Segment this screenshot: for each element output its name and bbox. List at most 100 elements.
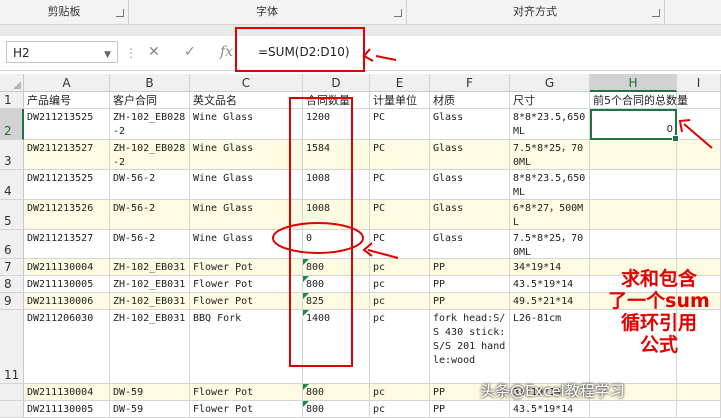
cell-b9[interactable]: ZH-102_EB031 xyxy=(110,293,190,309)
cell-b8[interactable]: ZH-102_EB031 xyxy=(110,276,190,292)
cell-g2[interactable]: 8*8*23.5,650ML xyxy=(510,109,590,139)
cell-i5[interactable] xyxy=(677,200,721,229)
cell-d6[interactable]: 0 xyxy=(303,230,370,258)
cell-f11[interactable]: fork head:S/S 430 stick:S/S 201 handle:w… xyxy=(430,310,510,383)
cell-g8[interactable]: 43.5*19*14 xyxy=(510,276,590,292)
cell-e6[interactable]: PC xyxy=(370,230,430,258)
cell-b3[interactable]: ZH-102_EB028-2 xyxy=(110,140,190,169)
row-header[interactable]: 2 xyxy=(0,109,24,140)
cell-e1[interactable]: 计量单位 xyxy=(370,92,430,108)
cell-bx12[interactable]: DW-59 xyxy=(110,401,190,417)
cell-h4[interactable] xyxy=(590,170,677,199)
column-header-b[interactable]: B xyxy=(110,74,190,92)
cell-ix11[interactable] xyxy=(677,384,721,400)
cell-h5[interactable] xyxy=(590,200,677,229)
cell-f3[interactable]: Glass xyxy=(430,140,510,169)
column-header-f[interactable]: F xyxy=(430,74,510,92)
cell-dx11[interactable]: 800 xyxy=(303,384,370,400)
cell-e5[interactable]: PC xyxy=(370,200,430,229)
cell-a6[interactable]: DW211213527 xyxy=(24,230,110,258)
cell-e11[interactable]: pc xyxy=(370,310,430,383)
cell-i1[interactable] xyxy=(677,92,721,108)
cell-ax12[interactable]: DW211130005 xyxy=(24,401,110,417)
row-header[interactable]: 7 xyxy=(0,259,24,276)
cell-g5[interactable]: 6*8*27，500ML xyxy=(510,200,590,229)
cell-c2[interactable]: Wine Glass xyxy=(190,109,303,139)
cell-a9[interactable]: DW211130006 xyxy=(24,293,110,309)
cell-cx11[interactable]: Flower Pot xyxy=(190,384,303,400)
cell-gx12[interactable]: 43.5*19*14 xyxy=(510,401,590,417)
cell-b2[interactable]: ZH-102_EB028-2 xyxy=(110,109,190,139)
cell-fx12[interactable]: PP xyxy=(430,401,510,417)
cell-b11[interactable]: ZH-102_EB031 xyxy=(110,310,190,383)
dialog-launcher-icon[interactable] xyxy=(394,9,402,17)
cell-d5[interactable]: 1008 xyxy=(303,200,370,229)
cell-g11[interactable]: L26-81cm xyxy=(510,310,590,383)
formula-input[interactable]: =SUM(D2:D10) xyxy=(258,45,350,59)
column-header-a[interactable]: A xyxy=(24,74,110,92)
cell-e4[interactable]: PC xyxy=(370,170,430,199)
cell-a5[interactable]: DW211213526 xyxy=(24,200,110,229)
cell-a8[interactable]: DW211130005 xyxy=(24,276,110,292)
cell-f2[interactable]: Glass xyxy=(430,109,510,139)
column-header-g[interactable]: G xyxy=(510,74,590,92)
cell-d2[interactable]: 1200 xyxy=(303,109,370,139)
cell-c5[interactable]: Wine Glass xyxy=(190,200,303,229)
column-header-d[interactable]: D xyxy=(303,74,370,92)
cell-c7[interactable]: Flower Pot xyxy=(190,259,303,275)
cell-bx11[interactable]: DW-59 xyxy=(110,384,190,400)
cell-c8[interactable]: Flower Pot xyxy=(190,276,303,292)
cell-e2[interactable]: PC xyxy=(370,109,430,139)
drag-handle-icon[interactable]: ⋮ xyxy=(125,46,138,60)
cell-e8[interactable]: pc xyxy=(370,276,430,292)
cell-a4[interactable]: DW211213525 xyxy=(24,170,110,199)
cell-i6[interactable] xyxy=(677,230,721,258)
cell-d4[interactable]: 1008 xyxy=(303,170,370,199)
ribbon-group-clipboard[interactable]: 剪贴板 xyxy=(0,0,129,24)
cell-cx12[interactable]: Flower Pot xyxy=(190,401,303,417)
cell-c3[interactable]: Wine Glass xyxy=(190,140,303,169)
cell-g1[interactable]: 尺寸 xyxy=(510,92,590,108)
cell-d3[interactable]: 1584 xyxy=(303,140,370,169)
cell-d8[interactable]: 800 xyxy=(303,276,370,292)
insert-function-icon[interactable]: fx xyxy=(220,44,233,60)
cell-h1[interactable]: 前5个合同的总数量 xyxy=(590,92,688,108)
cell-i3[interactable] xyxy=(677,140,721,169)
column-header-h[interactable]: H xyxy=(590,74,677,92)
cell-i4[interactable] xyxy=(677,170,721,199)
cell-a11[interactable]: DW211206030 xyxy=(24,310,110,383)
cell-a1[interactable]: 产品编号 xyxy=(24,92,110,108)
cell-f4[interactable]: Glass xyxy=(430,170,510,199)
ribbon-group-font[interactable]: 字体 xyxy=(128,0,407,24)
dialog-launcher-icon[interactable] xyxy=(116,9,124,17)
row-header[interactable]: 1 xyxy=(0,92,24,109)
cell-c4[interactable]: Wine Glass xyxy=(190,170,303,199)
cell-e7[interactable]: pc xyxy=(370,259,430,275)
cell-c11[interactable]: BBQ Fork xyxy=(190,310,303,383)
cell-f8[interactable]: PP xyxy=(430,276,510,292)
cell-f7[interactable]: PP xyxy=(430,259,510,275)
cell-d9[interactable]: 825 xyxy=(303,293,370,309)
cell-ex11[interactable]: pc xyxy=(370,384,430,400)
select-all-button[interactable] xyxy=(0,74,24,92)
row-header[interactable]: 8 xyxy=(0,276,24,293)
chevron-down-icon[interactable]: ▼ xyxy=(104,44,111,66)
cell-g4[interactable]: 8*8*23.5,650ML xyxy=(510,170,590,199)
row-header[interactable]: 11 xyxy=(0,310,24,384)
cell-dx12[interactable]: 800 xyxy=(303,401,370,417)
row-header[interactable]: 4 xyxy=(0,170,24,200)
cell-f9[interactable]: PP xyxy=(430,293,510,309)
column-header-c[interactable]: C xyxy=(190,74,303,92)
cell-a3[interactable]: DW211213527 xyxy=(24,140,110,169)
column-header-i[interactable]: I xyxy=(677,74,721,92)
cell-g9[interactable]: 49.5*21*14 xyxy=(510,293,590,309)
cell-c9[interactable]: Flower Pot xyxy=(190,293,303,309)
enter-check-icon[interactable]: ✓ xyxy=(184,44,196,60)
cell-e9[interactable]: pc xyxy=(370,293,430,309)
row-header[interactable]: 5 xyxy=(0,200,24,230)
cell-h6[interactable] xyxy=(590,230,677,258)
cell-ax11[interactable]: DW211130004 xyxy=(24,384,110,400)
dialog-launcher-icon[interactable] xyxy=(652,9,660,17)
cell-b5[interactable]: DW-56-2 xyxy=(110,200,190,229)
cell-f1[interactable]: 材质 xyxy=(430,92,510,108)
